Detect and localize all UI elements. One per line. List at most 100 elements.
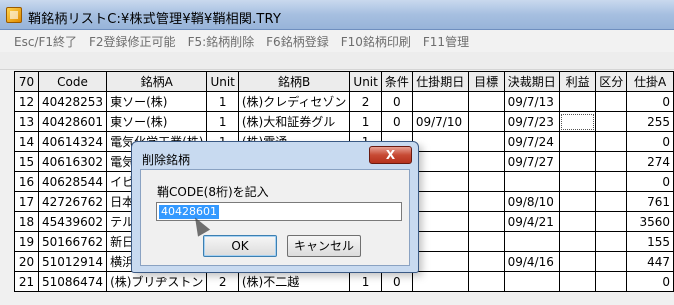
cell-target[interactable] [467,251,505,272]
col-header-unit-b[interactable]: Unit [349,71,382,92]
cell-target[interactable] [467,211,505,232]
cell-entry-date[interactable]: 09/7/10 [411,111,469,132]
col-header-code[interactable]: Code [37,71,108,92]
cell-settle-date[interactable]: 09/4/16 [503,251,560,272]
cell-code[interactable]: 50166762 [37,231,108,252]
cell-profit[interactable] [558,271,597,292]
cell-category[interactable] [595,231,628,252]
cell-category[interactable] [595,211,628,232]
cell-profit[interactable] [558,111,597,132]
cell-index[interactable]: 21 [14,271,39,292]
col-header-index[interactable]: 70 [14,71,39,92]
cell-profit[interactable] [558,211,597,232]
cell-code[interactable]: 51086474 [37,271,108,292]
cell-settle-date[interactable]: 09/7/27 [503,151,560,172]
cell-category[interactable] [595,171,628,192]
cell-unit-b[interactable]: 1 [349,111,382,132]
cell-entry-a[interactable]: 0 [626,171,674,192]
menu-item-admin[interactable]: F11管理 [423,33,469,50]
menu-item-register[interactable]: F6銘柄登録 [266,33,329,50]
cell-index[interactable]: 14 [14,131,39,152]
col-header-stock-a[interactable]: 銘柄A [106,71,208,92]
cell-code[interactable]: 40428601 [37,111,108,132]
cell-profit[interactable] [558,91,597,112]
col-header-condition[interactable]: 条件 [380,71,413,92]
close-icon[interactable]: X [369,146,412,164]
cell-entry-a[interactable]: 761 [626,191,674,212]
cell-code[interactable]: 40616302 [37,151,108,172]
cell-index[interactable]: 12 [14,91,39,112]
cell-entry-a[interactable]: 274 [626,151,674,172]
cell-target[interactable] [467,191,505,212]
cell-settle-date[interactable]: 09/7/24 [503,131,560,152]
cell-settle-date[interactable] [503,171,560,192]
cell-category[interactable] [595,91,628,112]
cell-profit[interactable] [558,131,597,152]
cell-category[interactable] [595,131,628,152]
cell-index[interactable]: 18 [14,211,39,232]
col-header-unit-a[interactable]: Unit [206,71,239,92]
cell-code[interactable]: 40614324 [37,131,108,152]
cell-condition[interactable]: 0 [380,111,413,132]
menu-item-edit-mode[interactable]: F2登録修正可能 [89,33,176,50]
cell-entry-a[interactable]: 0 [626,91,674,112]
col-header-entry-a[interactable]: 仕掛A [626,71,674,92]
cell-code[interactable]: 45439602 [37,211,108,232]
cell-profit[interactable] [558,231,597,252]
col-header-category[interactable]: 区分 [595,71,628,92]
cell-settle-date[interactable]: 09/7/23 [503,111,560,132]
cell-code[interactable]: 40428253 [37,91,108,112]
cell-category[interactable] [595,271,628,292]
cell-profit[interactable] [558,251,597,272]
cell-settle-date[interactable]: 09/8/10 [503,191,560,212]
cell-index[interactable]: 17 [14,191,39,212]
table-row[interactable]: 12 40428253 東ソー(株) 1 (株)クレディセゾン 2 0 09/7/13 0 [14,91,674,112]
ok-button[interactable]: OK [203,235,277,257]
cell-unit-a[interactable]: 1 [206,111,239,132]
cell-code[interactable]: 51012914 [37,251,108,272]
col-header-stock-b[interactable]: 銘柄B [237,71,351,92]
cell-category[interactable] [595,251,628,272]
cell-settle-date[interactable] [503,231,560,252]
cell-category[interactable] [595,151,628,172]
cell-target[interactable] [467,151,505,172]
col-header-settle-date[interactable]: 決裁期日 [503,71,560,92]
cell-stock-b[interactable]: (株)大和証券グル [237,111,351,132]
cell-entry-a[interactable]: 0 [626,131,674,152]
cell-target[interactable] [467,271,505,292]
cell-condition[interactable]: 0 [380,91,413,112]
cell-settle-date[interactable] [503,271,560,292]
cell-profit[interactable] [558,171,597,192]
col-header-profit[interactable]: 利益 [558,71,597,92]
cell-entry-a[interactable]: 255 [626,111,674,132]
table-row[interactable]: 13 40428601 東ソー(株) 1 (株)大和証券グル 1 0 09/7/10 09/7/… [14,111,674,132]
cell-unit-b[interactable]: 2 [349,91,382,112]
cell-target[interactable] [467,111,505,132]
cell-code[interactable]: 42726762 [37,191,108,212]
cell-index[interactable]: 13 [14,111,39,132]
menu-item-exit[interactable]: Esc/F1終了 [14,33,77,50]
cell-entry-a[interactable]: 3560 [626,211,674,232]
cell-target[interactable] [467,171,505,192]
cell-entry-a[interactable]: 0 [626,271,674,292]
col-header-entry-date[interactable]: 仕掛期日 [411,71,469,92]
cell-entry-a[interactable]: 447 [626,251,674,272]
cell-index[interactable]: 16 [14,171,39,192]
cell-settle-date[interactable]: 09/4/21 [503,211,560,232]
cell-index[interactable]: 19 [14,231,39,252]
cell-profit[interactable] [558,151,597,172]
cell-category[interactable] [595,111,628,132]
cell-stock-a[interactable]: 東ソー(株) [106,111,208,132]
col-header-target[interactable]: 目標 [467,71,505,92]
cell-entry-date[interactable] [411,91,469,112]
cancel-button[interactable]: キャンセル [287,235,361,257]
cell-code[interactable]: 40628544 [37,171,108,192]
cell-target[interactable] [467,91,505,112]
cell-settle-date[interactable]: 09/7/13 [503,91,560,112]
cell-profit[interactable] [558,191,597,212]
cell-index[interactable]: 15 [14,151,39,172]
cell-unit-a[interactable]: 1 [206,91,239,112]
cell-category[interactable] [595,191,628,212]
cell-target[interactable] [467,131,505,152]
cell-index[interactable]: 20 [14,251,39,272]
